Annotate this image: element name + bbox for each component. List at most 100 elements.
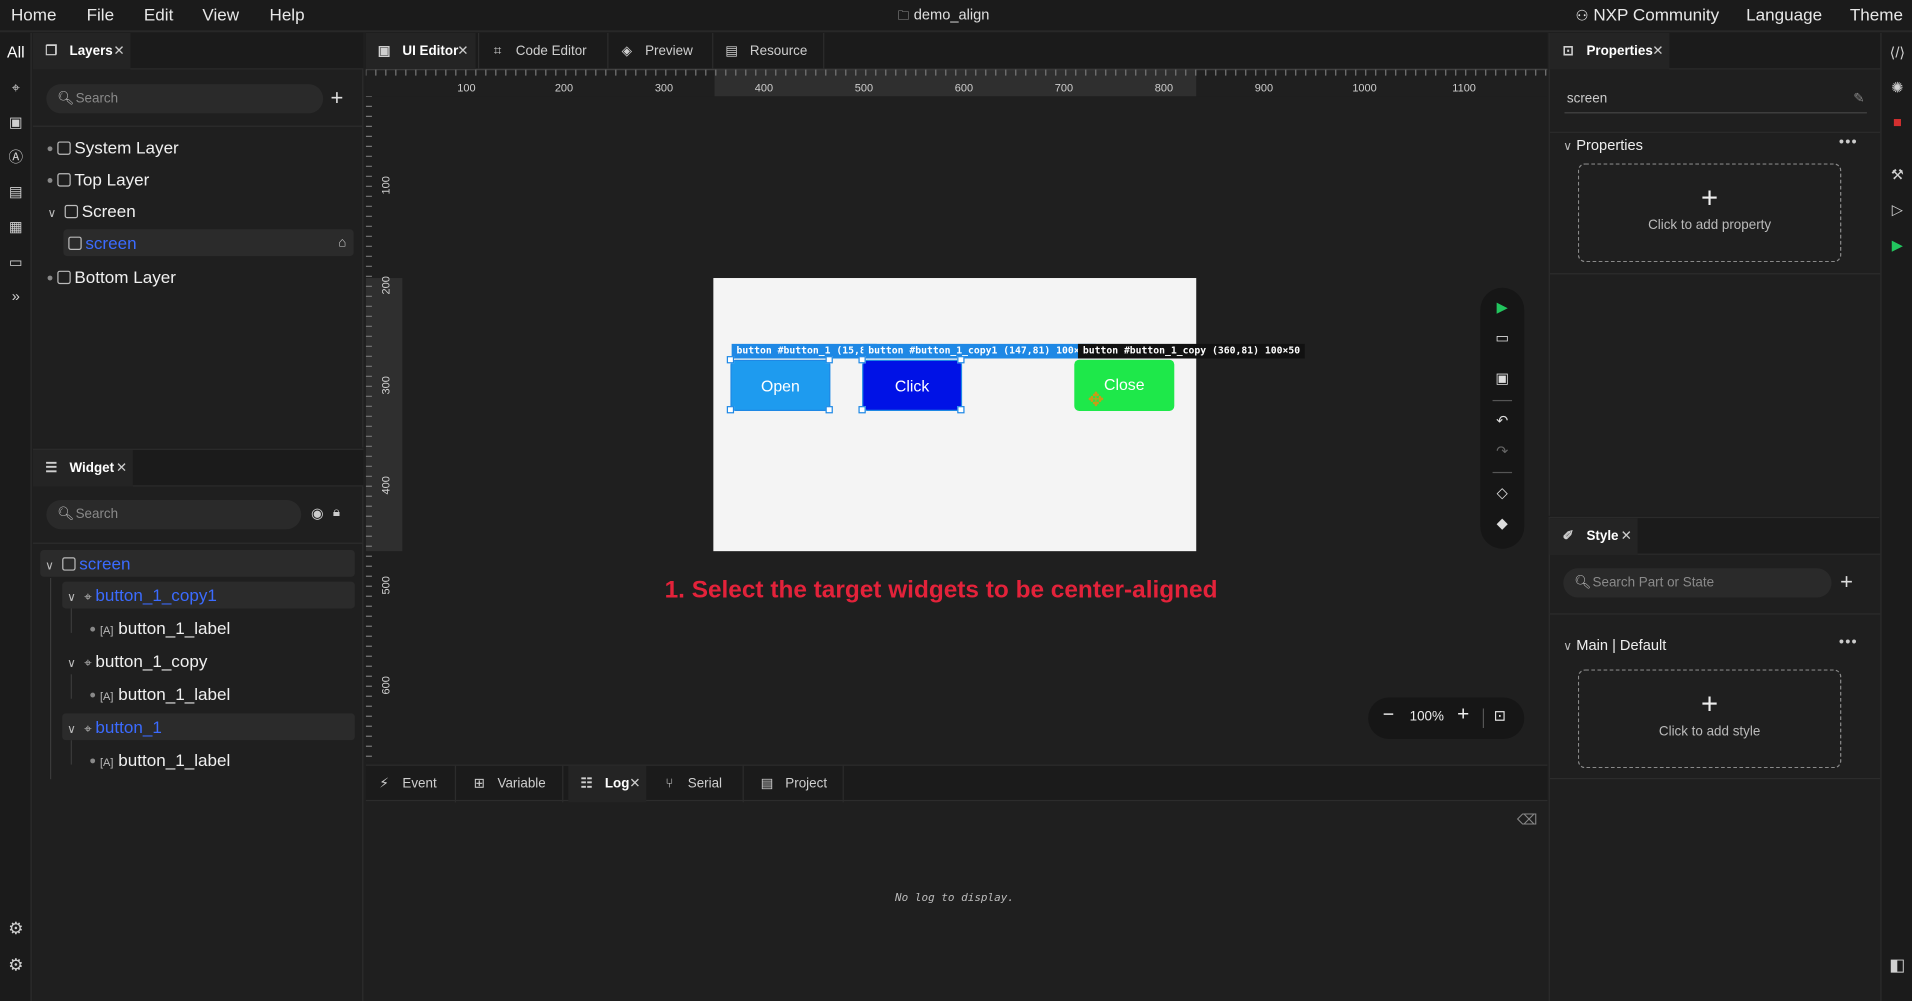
tab-resource[interactable]: ▤ Resource (712, 32, 825, 70)
layers-search-input[interactable]: 🔍︎ Search (46, 84, 324, 114)
close-icon[interactable]: ✕ (457, 33, 468, 70)
widget-row-label[interactable]: [A] button_1_label (90, 746, 230, 773)
tab-style[interactable]: ✐ Style ✕ (1549, 518, 1638, 555)
rail-all[interactable]: All (5, 43, 27, 63)
widget-row-button-1[interactable]: ∨ ⌖ button_1 (62, 713, 355, 741)
properties-section-title[interactable]: ∨ Properties (1563, 137, 1643, 154)
tab-properties[interactable]: ⊡ Properties ✕ (1549, 32, 1670, 70)
layer-row-bottom[interactable]: Bottom Layer (47, 263, 176, 290)
layer-up-icon[interactable]: ◇ (1493, 483, 1513, 503)
tab-project[interactable]: ▤ Project (749, 765, 844, 803)
widget-row-label[interactable]: [A] button_1_label (90, 615, 230, 642)
gear-icon[interactable]: ⚙ (5, 955, 27, 975)
menu-edit[interactable]: Edit (144, 5, 173, 25)
menu-nxp-community[interactable]: ⚇ NXP Community (1575, 5, 1719, 25)
resize-handle[interactable] (957, 406, 965, 414)
more-icon[interactable]: ••• (1839, 633, 1858, 650)
eye-icon[interactable]: ◉ (311, 505, 324, 522)
menu-help[interactable]: Help (269, 5, 304, 25)
widget-row-label[interactable]: [A] button_1_label (90, 680, 230, 707)
resize-handle[interactable] (825, 406, 833, 414)
home-icon[interactable]: ⌂ (338, 229, 346, 256)
stop-icon[interactable]: ■ (1886, 112, 1908, 132)
zoom-out-button[interactable]: − (1383, 705, 1394, 727)
widget-row-button-1-copy1[interactable]: ∨ ⌖ button_1_copy1 (62, 581, 355, 612)
expand-icon[interactable]: » (5, 287, 27, 307)
divider (1482, 708, 1485, 728)
tab-event[interactable]: ⚡︎ Event (366, 765, 457, 803)
close-icon[interactable]: ✕ (629, 766, 640, 803)
run-icon[interactable]: ▶ (1493, 298, 1513, 318)
media-widget-icon[interactable]: ▤ (5, 182, 27, 202)
style-section-title[interactable]: ∨ Main | Default (1563, 637, 1666, 654)
tab-widget[interactable]: ☰ Widget ✕ (32, 449, 133, 487)
bug-icon[interactable]: ✺ (1886, 78, 1908, 98)
chevron-down-icon[interactable]: ∨ (67, 717, 79, 744)
open-button[interactable]: Open (730, 359, 831, 411)
resize-handle[interactable] (957, 356, 965, 364)
tab-layers[interactable]: ❐ Layers ✕ (32, 32, 131, 70)
tab-code-editor[interactable]: ⌗ Code Editor (478, 32, 598, 70)
close-icon[interactable]: ✕ (1652, 33, 1663, 70)
add-layer-button[interactable]: + (330, 85, 343, 111)
tab-ui-editor[interactable]: ▣ UI Editor ✕ (365, 32, 476, 70)
chevron-down-icon[interactable]: ∨ (45, 554, 57, 581)
button-widget-icon[interactable]: ⌖ (5, 78, 27, 98)
chevron-down-icon[interactable]: ∨ (48, 201, 60, 228)
code-view-icon[interactable]: ⟨/⟩ (1886, 43, 1908, 63)
settings-icon[interactable]: ⚙ (5, 918, 27, 938)
build-icon[interactable]: ⚒ (1886, 165, 1908, 185)
container-widget-icon[interactable]: ▭ (5, 252, 27, 272)
widget-row-button-1-copy[interactable]: ∨ ⌖ button_1_copy (67, 648, 207, 675)
resize-handle[interactable] (825, 356, 833, 364)
redo-icon[interactable]: ↷ (1493, 441, 1513, 461)
layer-down-icon[interactable]: ◆ (1493, 513, 1513, 533)
more-icon[interactable]: ••• (1839, 133, 1858, 150)
add-property-button[interactable]: + Click to add property (1577, 163, 1842, 263)
fit-screen-icon[interactable]: ⊡ (1494, 707, 1506, 724)
layer-row-screen-child[interactable]: screen ⌂ (63, 229, 354, 257)
chevron-down-icon[interactable]: ∨ (67, 585, 79, 612)
layer-row-top[interactable]: Top Layer (47, 166, 149, 193)
menu-home[interactable]: Home (11, 5, 57, 25)
resize-handle[interactable] (726, 406, 735, 414)
label-widget-icon[interactable]: Ⓐ (5, 148, 27, 168)
edit-icon[interactable]: ✎ (1853, 90, 1864, 106)
menu-theme[interactable]: Theme (1850, 5, 1903, 25)
widget-row-screen[interactable]: ∨ screen (40, 549, 355, 577)
add-style-button[interactable]: + Click to add style (1577, 669, 1842, 769)
close-icon[interactable]: ✕ (116, 450, 127, 487)
tab-preview[interactable]: ◈ Preview (607, 32, 707, 70)
close-icon[interactable]: ✕ (113, 33, 124, 70)
layer-row-system[interactable]: System Layer (47, 134, 179, 161)
resize-handle[interactable] (858, 356, 866, 364)
add-style-state-button[interactable]: + (1840, 569, 1853, 595)
click-button[interactable]: Click (862, 359, 963, 411)
tab-variable[interactable]: ⊞ Variable (461, 765, 564, 803)
resize-handle[interactable] (726, 356, 735, 364)
clear-log-icon[interactable]: ⌫ (1517, 811, 1538, 828)
widget-search-input[interactable]: 🔍︎ Search (46, 499, 302, 530)
close-icon[interactable]: ✕ (1621, 518, 1632, 555)
undo-icon[interactable]: ↶ (1493, 411, 1513, 431)
menu-view[interactable]: View (202, 5, 239, 25)
screen-canvas[interactable] (713, 278, 1197, 552)
zoom-in-button[interactable]: + (1457, 702, 1469, 726)
style-search-input[interactable]: 🔍︎ Search Part or State (1563, 568, 1832, 598)
tab-log[interactable]: ☷ Log ✕ (568, 765, 647, 803)
menu-language[interactable]: Language (1746, 5, 1822, 25)
image-widget-icon[interactable]: ▣ (5, 112, 27, 132)
chevron-down-icon[interactable]: ∨ (67, 651, 79, 678)
tab-serial[interactable]: ⑂ Serial (651, 765, 744, 803)
window-icon[interactable]: ▭ (1493, 328, 1513, 348)
lock-icon[interactable]: 🔒︎ (333, 505, 340, 521)
screen-name-field[interactable]: screen ✎ (1564, 87, 1867, 114)
resize-handle[interactable] (858, 406, 866, 414)
run-icon[interactable]: ▶ (1886, 235, 1908, 255)
layer-row-screen[interactable]: ∨ Screen (48, 198, 136, 225)
menu-file[interactable]: File (87, 5, 115, 25)
layout-icon[interactable]: ◧ (1886, 955, 1908, 975)
table-widget-icon[interactable]: ▦ (5, 217, 27, 237)
device-icon[interactable]: ▣ (1493, 368, 1513, 388)
simulate-icon[interactable]: ▷ (1886, 200, 1908, 220)
